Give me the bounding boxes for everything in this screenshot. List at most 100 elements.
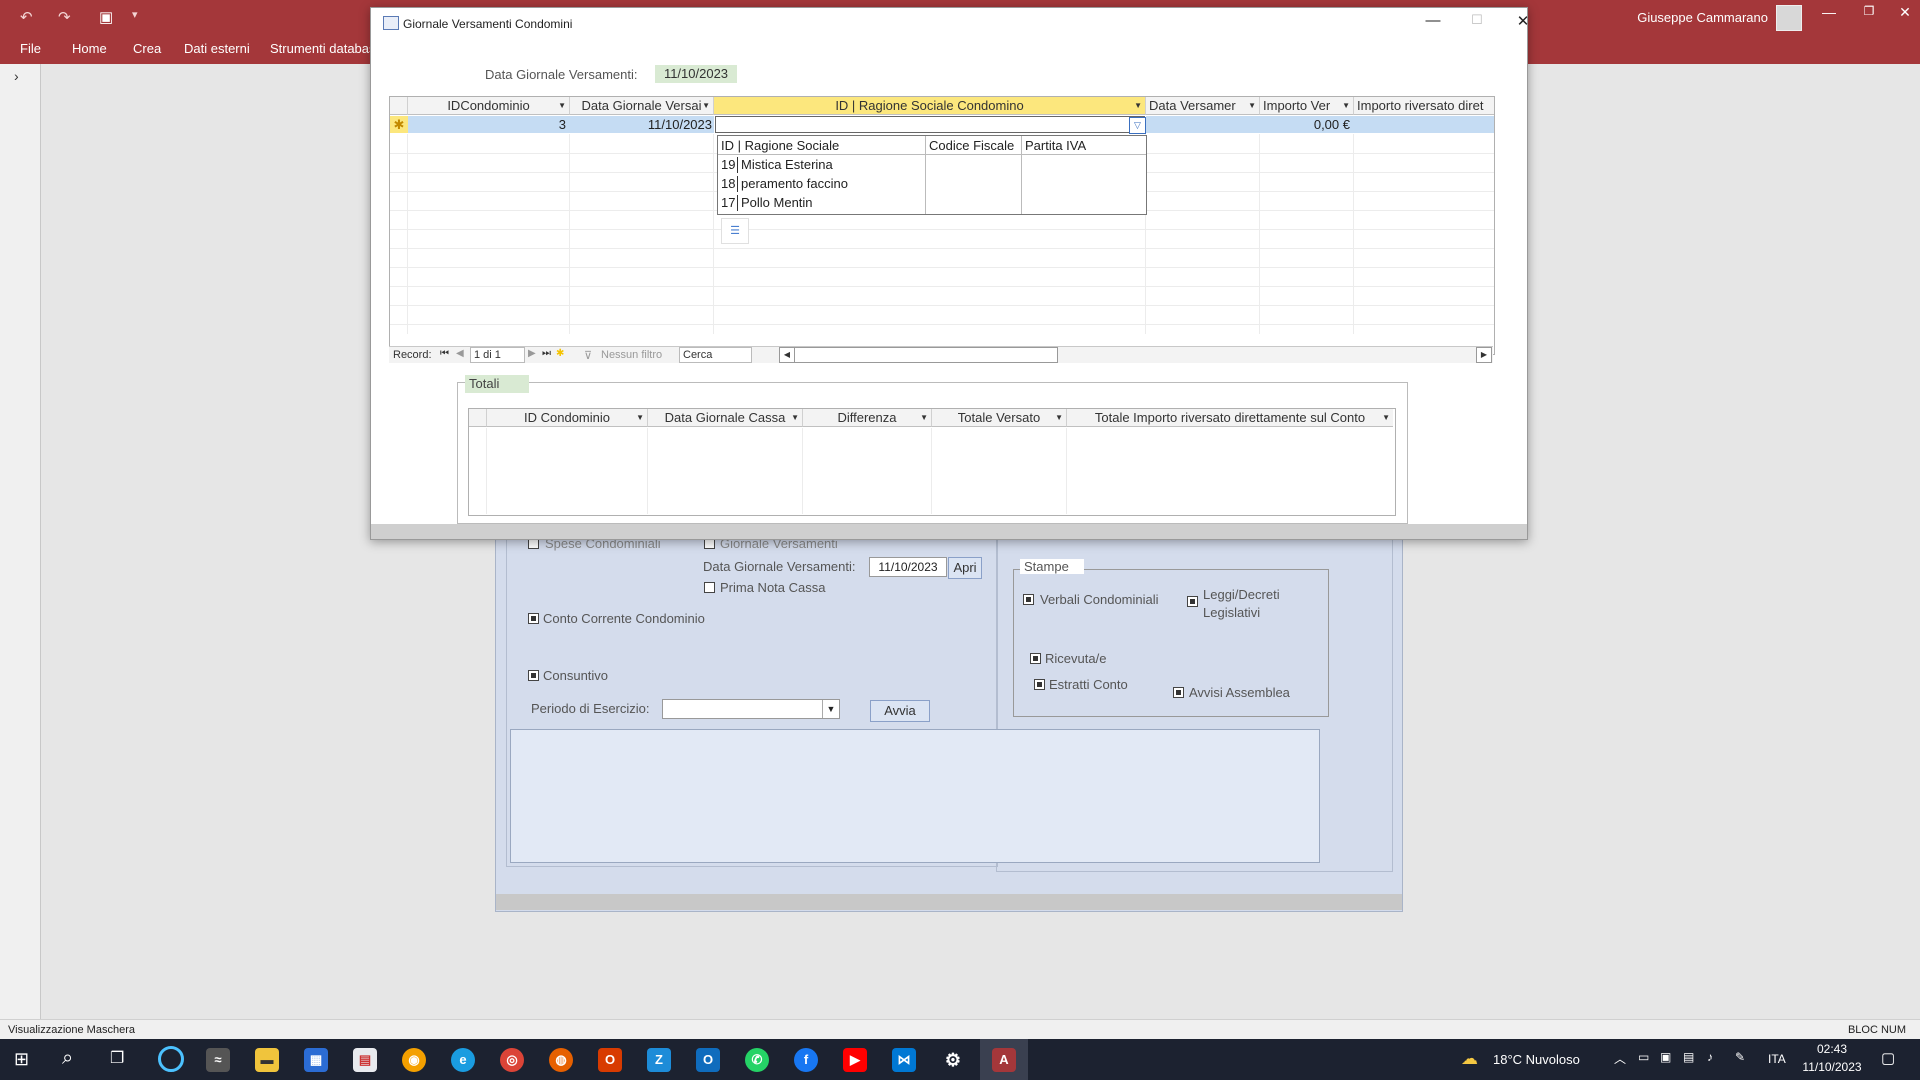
- clock-date[interactable]: 11/10/2023: [1800, 1060, 1864, 1074]
- clock-time[interactable]: 02:43: [1800, 1042, 1864, 1056]
- menu-dati-esterni[interactable]: Dati esterni: [184, 41, 250, 56]
- dropdown-item[interactable]: 19 Mistica Esterina: [718, 156, 925, 174]
- next-record-icon[interactable]: ▶: [528, 348, 536, 359]
- redo-icon[interactable]: ↷: [58, 8, 71, 26]
- cell-data-giornale[interactable]: 11/10/2023: [570, 116, 714, 133]
- dialog-minimize-icon[interactable]: —: [1413, 12, 1453, 29]
- verbali-checkbox[interactable]: [1023, 594, 1034, 605]
- output-area[interactable]: [510, 729, 1320, 863]
- cell-importo-riversato[interactable]: [1354, 116, 1494, 133]
- totals-column-header[interactable]: Totale Importo riversato direttamente su…: [1067, 409, 1393, 427]
- column-header-ragione-sociale[interactable]: ID | Ragione Sociale Condomino ▼: [714, 97, 1146, 115]
- ragione-sociale-combo[interactable]: [715, 116, 1145, 133]
- notification-center-icon[interactable]: ▢: [1881, 1049, 1895, 1067]
- select-all-cell[interactable]: [469, 409, 487, 427]
- weather-cloud-icon[interactable]: ☁: [1461, 1049, 1478, 1069]
- search-icon[interactable]: ⌕: [62, 1047, 73, 1070]
- tray-device-icon[interactable]: ▭: [1638, 1050, 1649, 1064]
- show-hidden-icons-icon[interactable]: ︿: [1614, 1050, 1626, 1067]
- filter-icon[interactable]: ⊽: [584, 349, 592, 362]
- office-icon[interactable]: O: [598, 1048, 622, 1072]
- scroll-right-icon[interactable]: ▶: [1476, 347, 1492, 363]
- sort-dropdown-icon[interactable]: ▼: [702, 97, 710, 114]
- settings-gear-icon[interactable]: ⚙: [941, 1048, 965, 1072]
- windows-start-icon[interactable]: ⊞: [14, 1049, 29, 1070]
- vscode-icon[interactable]: ⋈: [892, 1048, 916, 1072]
- totals-column-header[interactable]: Totale Versato ▼: [932, 409, 1067, 427]
- scroll-left-icon[interactable]: ◀: [779, 347, 795, 363]
- data-giornale-input[interactable]: 11/10/2023: [869, 557, 947, 577]
- dialog-close-icon[interactable]: ✕: [1503, 12, 1543, 30]
- sort-dropdown-icon[interactable]: ▼: [1382, 409, 1390, 426]
- pen-icon[interactable]: ✎: [1735, 1050, 1745, 1064]
- consuntivo-checkbox[interactable]: [528, 670, 539, 681]
- close-icon[interactable]: ✕: [1890, 4, 1920, 21]
- data-giornale-versamenti-value[interactable]: 11/10/2023: [655, 65, 737, 83]
- sort-dropdown-icon[interactable]: ▼: [920, 409, 928, 426]
- minimize-icon[interactable]: —: [1814, 4, 1844, 20]
- ragione-sociale-dropdown-list[interactable]: ID | Ragione Sociale Codice Fiscale Part…: [717, 135, 1147, 215]
- dropdown-item[interactable]: 17 Pollo Mentin: [718, 194, 925, 212]
- store-icon[interactable]: ▦: [304, 1048, 328, 1072]
- prev-record-icon[interactable]: ◀: [456, 348, 464, 359]
- sort-dropdown-icon[interactable]: ▼: [558, 97, 566, 114]
- combo-dropdown-icon[interactable]: ▽: [1129, 117, 1146, 134]
- save-icon[interactable]: ▣: [99, 8, 113, 26]
- ricevute-checkbox[interactable]: [1030, 653, 1041, 664]
- estratti-conto-checkbox[interactable]: [1034, 679, 1045, 690]
- cell-importo[interactable]: 0,00 €: [1260, 116, 1354, 133]
- sort-dropdown-icon[interactable]: ▼: [1342, 97, 1350, 114]
- weather-text[interactable]: 18°C Nuvoloso: [1493, 1052, 1580, 1067]
- edit-list-items-icon[interactable]: ☰: [721, 218, 749, 244]
- cell-idcondominio[interactable]: 3: [408, 116, 570, 133]
- zoom-icon[interactable]: Z: [647, 1048, 671, 1072]
- totals-column-header[interactable]: ID Condominio ▼: [487, 409, 648, 427]
- leggi-decreti-checkbox[interactable]: [1187, 596, 1198, 607]
- tray-camera-icon[interactable]: ▣: [1660, 1050, 1671, 1064]
- customize-qat-icon[interactable]: ▾: [132, 8, 138, 21]
- column-header-importo-riversato[interactable]: Importo riversato diret: [1354, 97, 1494, 115]
- menu-file[interactable]: File: [20, 41, 41, 56]
- new-record-icon[interactable]: ✱: [556, 348, 564, 359]
- network-icon[interactable]: ▤: [1683, 1050, 1694, 1064]
- periodo-esercizio-select[interactable]: ▼: [662, 699, 840, 719]
- avvia-button[interactable]: Avvia: [870, 700, 930, 722]
- dropdown-item[interactable]: 18 peramento faccino: [718, 175, 925, 193]
- file-explorer-icon[interactable]: ▬: [255, 1048, 279, 1072]
- user-name[interactable]: Giuseppe Cammarano: [1637, 10, 1768, 25]
- column-header-importo[interactable]: Importo Ver ▼: [1260, 97, 1354, 115]
- language-indicator[interactable]: ITA: [1768, 1052, 1786, 1066]
- last-record-icon[interactable]: ⏭: [542, 348, 551, 359]
- task-view-icon[interactable]: ❐: [110, 1048, 124, 1068]
- chrome-icon[interactable]: ◎: [500, 1048, 524, 1072]
- calendar-app-icon[interactable]: ▤: [353, 1048, 377, 1072]
- undo-icon[interactable]: ↶: [20, 8, 33, 26]
- chevron-right-icon[interactable]: ›: [14, 68, 19, 84]
- user-avatar[interactable]: [1776, 5, 1802, 31]
- restore-icon[interactable]: ❐: [1854, 4, 1884, 18]
- first-record-icon[interactable]: ⏮: [440, 348, 449, 359]
- menu-crea[interactable]: Crea: [133, 41, 161, 56]
- column-header-idcondominio[interactable]: IDCondominio ▼: [408, 97, 570, 115]
- prima-nota-cassa-checkbox[interactable]: [704, 582, 715, 593]
- sort-dropdown-icon[interactable]: ▼: [791, 409, 799, 426]
- select-all-cell[interactable]: [390, 97, 408, 115]
- totali-datasheet[interactable]: ID Condominio ▼ Data Giornale Cassa ▼ Diff…: [468, 408, 1396, 516]
- avvisi-assemblea-checkbox[interactable]: [1173, 687, 1184, 698]
- menu-home[interactable]: Home: [72, 41, 107, 56]
- cell-data-versamento[interactable]: [1146, 116, 1260, 133]
- menu-strumenti-database[interactable]: Strumenti database: [270, 41, 383, 56]
- youtube-icon[interactable]: ▶: [843, 1048, 867, 1072]
- access-taskbar-button[interactable]: A: [980, 1039, 1028, 1080]
- column-header-data-versamento[interactable]: Data Versamer ▼: [1146, 97, 1260, 115]
- chrome-canary-icon[interactable]: ◉: [402, 1048, 426, 1072]
- facebook-icon[interactable]: f: [794, 1048, 818, 1072]
- horizontal-scrollbar-thumb[interactable]: [794, 347, 1058, 363]
- outlook-icon[interactable]: O: [696, 1048, 720, 1072]
- filter-status[interactable]: Nessun filtro: [601, 349, 662, 361]
- new-record-marker[interactable]: ✱: [390, 116, 408, 133]
- firefox-icon[interactable]: ◍: [549, 1048, 573, 1072]
- navigation-pane[interactable]: ›: [0, 64, 41, 1019]
- chevron-down-icon[interactable]: ▼: [822, 700, 839, 718]
- column-header-data-giornale[interactable]: Data Giornale Versai ▼: [570, 97, 714, 115]
